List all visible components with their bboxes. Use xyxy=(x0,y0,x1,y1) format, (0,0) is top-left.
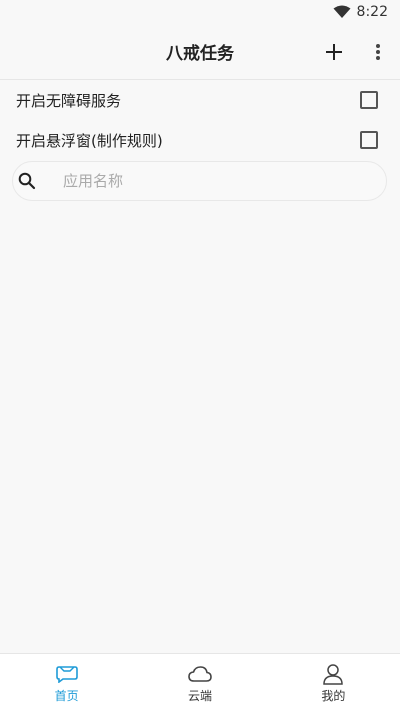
page-title: 八戒任务 xyxy=(166,44,234,64)
accessibility-service-checkbox[interactable] xyxy=(360,91,378,109)
user-icon xyxy=(322,663,344,685)
floating-window-label: 开启悬浮窗(制作规则) xyxy=(16,131,163,150)
status-time: 8:22 xyxy=(356,4,388,20)
nav-item-home[interactable]: 首页 xyxy=(0,654,133,710)
status-bar: 8:22 xyxy=(0,0,400,24)
accessibility-service-row[interactable]: 开启无障碍服务 xyxy=(0,80,400,120)
home-icon xyxy=(55,663,79,685)
app-bar: 八戒任务 xyxy=(0,24,400,80)
wifi-icon xyxy=(333,5,351,19)
more-options-button[interactable] xyxy=(368,38,388,66)
search-icon xyxy=(17,171,37,191)
accessibility-service-label: 开启无障碍服务 xyxy=(16,91,122,110)
bottom-nav: 首页 云端 我的 xyxy=(0,653,400,710)
search-input[interactable] xyxy=(61,171,345,191)
nav-label-cloud: 云端 xyxy=(187,689,212,703)
floating-window-row[interactable]: 开启悬浮窗(制作规则) xyxy=(0,120,400,160)
search-bar[interactable] xyxy=(12,161,387,201)
add-button[interactable] xyxy=(320,38,348,66)
nav-item-cloud[interactable]: 云端 xyxy=(133,654,266,710)
nav-item-profile[interactable]: 我的 xyxy=(267,654,400,710)
nav-label-home: 首页 xyxy=(54,689,79,703)
cloud-icon xyxy=(187,663,213,685)
more-vertical-icon xyxy=(376,44,380,60)
plus-icon xyxy=(326,44,342,60)
floating-window-checkbox[interactable] xyxy=(360,131,378,149)
nav-label-profile: 我的 xyxy=(321,689,346,703)
